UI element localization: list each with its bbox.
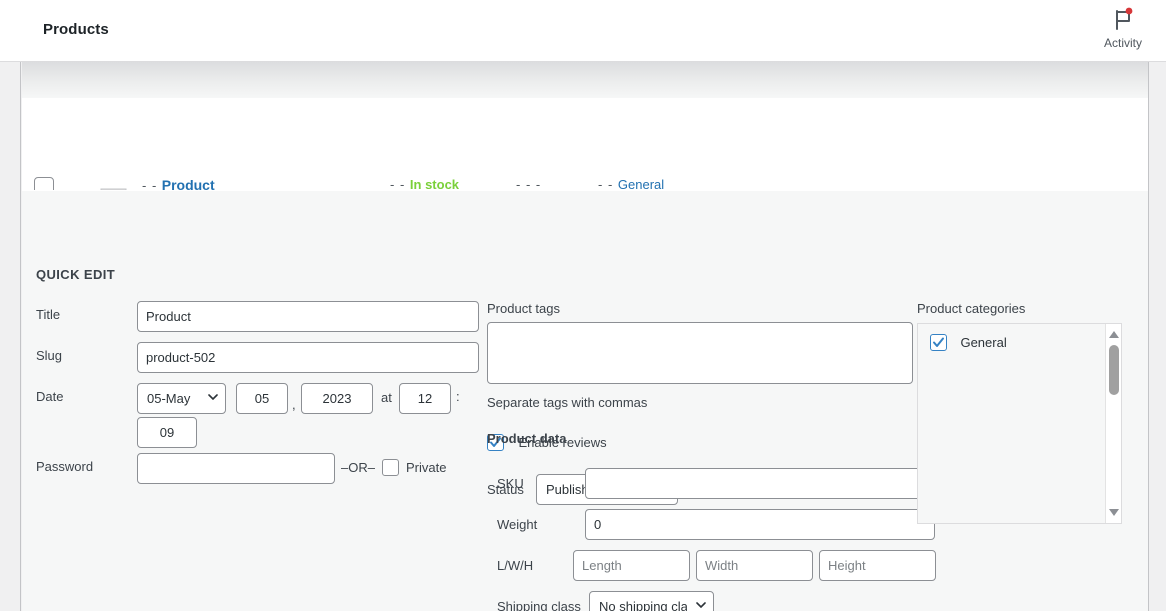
date-field-row: Date 05-May , at :: [36, 383, 486, 449]
width-input[interactable]: [696, 550, 813, 581]
quick-edit-heading: QUICK EDIT: [36, 267, 116, 282]
private-checkbox[interactable]: [382, 459, 399, 476]
content-area: - - - - Product ID: 3065|Edit|Copy|Quick…: [22, 62, 1149, 611]
weight-label: Weight: [497, 517, 538, 532]
private-label: Private: [406, 460, 447, 475]
page-title: Products: [43, 21, 109, 38]
date-comma: ,: [292, 397, 296, 412]
triangle-up-icon[interactable]: [1108, 329, 1120, 341]
top-bar: Products Activity: [0, 0, 1166, 62]
admin-sidebar-rail: [0, 62, 21, 611]
date-hour-input[interactable]: [399, 383, 451, 414]
date-colon: :: [456, 389, 460, 404]
product-table-row: - - - - Product ID: 3065|Edit|Copy|Quick…: [22, 98, 1148, 242]
scrollbar-thumb[interactable]: [1109, 345, 1119, 395]
right-gutter: [1149, 62, 1166, 611]
shipping-class-select[interactable]: No shipping class: [589, 591, 714, 611]
date-label: Date: [36, 389, 64, 404]
product-tags-hint: Separate tags with commas: [487, 395, 648, 410]
sku-label: SKU: [497, 476, 524, 491]
sku-input[interactable]: [585, 468, 935, 499]
flag-icon: [1116, 7, 1133, 30]
categories-scrollbar[interactable]: [1105, 324, 1121, 523]
date-day-input[interactable]: [236, 383, 288, 414]
product-data-section: Product data SKU Weight L/W/H Shipping c…: [487, 431, 957, 611]
product-tags-label: Product tags: [487, 301, 560, 316]
slug-field-row: Slug: [36, 342, 486, 374]
date-year-input[interactable]: [301, 383, 373, 414]
date-minute-input[interactable]: [137, 417, 197, 448]
quick-edit-panel: QUICK EDIT Title Slug Date 05-May: [22, 190, 1148, 611]
product-categories-list: General: [917, 323, 1122, 524]
lwh-row: L/W/H: [487, 550, 957, 591]
checkmark-icon: [933, 337, 944, 348]
slug-input[interactable]: [137, 342, 479, 373]
triangle-down-icon[interactable]: [1108, 506, 1120, 518]
shipping-class-select-wrap: No shipping class: [589, 591, 714, 611]
title-input[interactable]: [137, 301, 479, 332]
product-data-heading: Product data: [487, 431, 567, 446]
date-at-label: at: [381, 390, 392, 405]
lwh-label: L/W/H: [497, 558, 534, 573]
password-input[interactable]: [137, 453, 335, 484]
product-categories-label: Product categories: [917, 301, 1026, 316]
length-input[interactable]: [573, 550, 690, 581]
category-checkbox-general[interactable]: [930, 334, 947, 352]
activity-button[interactable]: Activity: [1092, 6, 1154, 50]
weight-input[interactable]: [585, 509, 935, 540]
sku-row: SKU: [487, 468, 957, 509]
table-header-strip: [22, 62, 1148, 98]
password-field-row: Password –OR– Private: [36, 453, 486, 485]
weight-row: Weight: [487, 509, 957, 550]
product-tags-textarea[interactable]: [487, 322, 913, 384]
password-label: Password: [36, 459, 94, 474]
quick-edit-right-column: Product categories General: [917, 301, 1127, 524]
date-month-select[interactable]: 05-May: [137, 383, 226, 414]
or-label: –OR–: [341, 460, 375, 475]
shipping-class-label: Shipping class: [497, 599, 581, 611]
title-label: Title: [36, 307, 61, 322]
shipping-class-row: Shipping class No shipping class: [487, 591, 957, 611]
title-field-row: Title: [36, 301, 486, 333]
slug-label: Slug: [36, 348, 63, 363]
date-month-select-wrap: 05-May: [137, 383, 226, 414]
category-item-general[interactable]: General: [930, 334, 1007, 352]
activity-label: Activity: [1103, 36, 1142, 50]
height-input[interactable]: [819, 550, 936, 581]
quick-edit-left-column: Title Slug Date 05-May ,: [36, 301, 486, 494]
category-name-general: General: [960, 335, 1007, 351]
